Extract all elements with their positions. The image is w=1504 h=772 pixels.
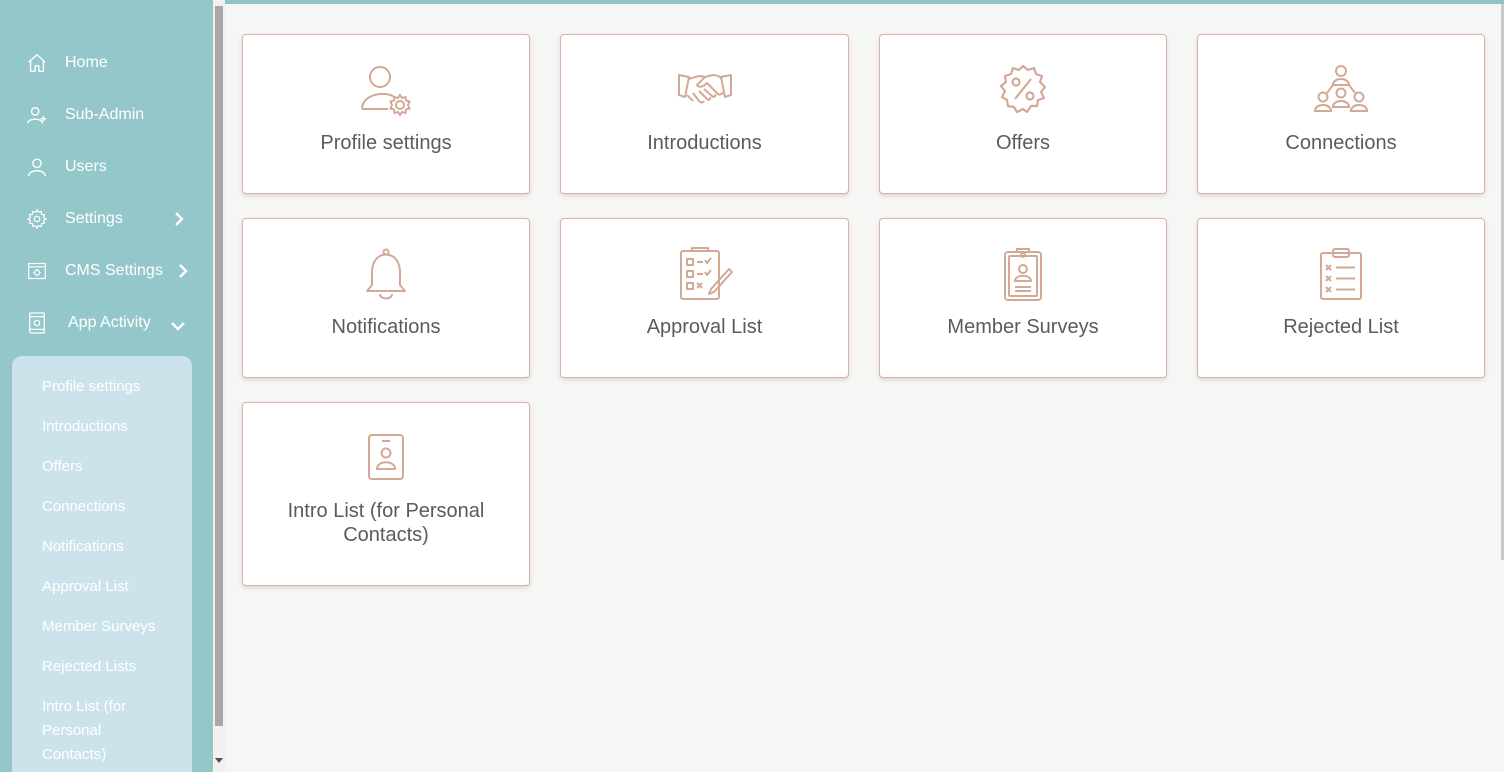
chevron-right-icon (174, 211, 184, 232)
chevron-down-icon (170, 318, 186, 336)
submenu-item-notifications[interactable]: Notifications (42, 535, 182, 559)
sidebar-item-home[interactable]: Home (26, 50, 108, 76)
app-activity-icon (26, 312, 48, 334)
sidebar-item-label: Sub-Admin (65, 106, 145, 123)
submenu-item-connections[interactable]: Connections (42, 495, 182, 519)
card-label: Notifications (331, 316, 441, 338)
sidebar-item-label: Home (65, 54, 108, 71)
submenu-item-approval-list[interactable]: Approval List (42, 575, 182, 599)
user-plus-icon (26, 104, 48, 126)
network-icon (1313, 63, 1369, 119)
card-label: Profile settings (320, 132, 452, 154)
clipboard-x-list-icon (1313, 247, 1369, 303)
user-icon (26, 156, 48, 178)
sidebar-item-app-activity[interactable]: App Activity (26, 310, 185, 336)
sidebar-item-users[interactable]: Users (26, 154, 107, 180)
card-notifications[interactable]: Notifications (242, 218, 530, 378)
chevron-right-icon (178, 263, 188, 284)
user-gear-icon (358, 63, 414, 119)
home-icon (26, 52, 48, 74)
submenu-item-intro-list[interactable]: Intro List (for Personal Contacts) (42, 695, 152, 767)
card-profile-settings[interactable]: Profile settings (242, 34, 530, 194)
card-offers[interactable]: Offers (879, 34, 1167, 194)
card-label: Offers (995, 132, 1051, 154)
bell-icon (358, 247, 414, 303)
card-label: Rejected List (1283, 316, 1399, 338)
card-member-surveys[interactable]: Member Surveys (879, 218, 1167, 378)
card-introductions[interactable]: Introductions (560, 34, 849, 194)
card-label: Introductions (647, 132, 762, 154)
sidebar-scrollbar-thumb[interactable] (215, 6, 223, 726)
card-label: Intro List (for Personal Contacts) (287, 500, 485, 546)
card-label: Member Surveys (947, 316, 1099, 338)
sidebar: Home Sub-Admin Users Settings CMS Settin… (0, 0, 213, 772)
card-approval-list[interactable]: Approval List (560, 218, 849, 378)
card-connections[interactable]: Connections (1197, 34, 1485, 194)
submenu-item-profile-settings[interactable]: Profile settings (42, 375, 182, 399)
sidebar-item-sub-admin[interactable]: Sub-Admin (26, 102, 144, 128)
sidebar-scrollbar[interactable] (213, 0, 225, 772)
submenu-item-introductions[interactable]: Introductions (42, 415, 182, 439)
app-activity-submenu: Profile settings Introductions Offers Co… (12, 356, 192, 772)
checklist-pen-icon (677, 247, 733, 303)
gear-icon (26, 208, 48, 230)
sidebar-item-label: Settings (65, 210, 123, 227)
discount-badge-icon (995, 63, 1051, 119)
sidebar-item-settings[interactable]: Settings (26, 206, 184, 232)
sidebar-item-label: Users (65, 158, 107, 175)
card-intro-list[interactable]: Intro List (for Personal Contacts) (242, 402, 530, 586)
submenu-item-rejected-lists[interactable]: Rejected Lists (42, 655, 182, 679)
card-label: Connections (1285, 132, 1397, 154)
sidebar-item-cms-settings[interactable]: CMS Settings (26, 258, 188, 284)
handshake-icon (677, 63, 733, 119)
sidebar-item-label: App Activity (68, 314, 151, 331)
id-badge-icon (358, 431, 414, 487)
submenu-item-offers[interactable]: Offers (42, 455, 182, 479)
scroll-down-arrow-icon[interactable] (215, 758, 223, 763)
card-label: Approval List (646, 316, 763, 338)
card-rejected-list[interactable]: Rejected List (1197, 218, 1485, 378)
cms-settings-icon (26, 260, 48, 282)
clipboard-person-icon (995, 247, 1051, 303)
sidebar-item-label: CMS Settings (65, 262, 163, 279)
top-accent-bar (0, 0, 1504, 4)
submenu-item-member-surveys[interactable]: Member Surveys (42, 615, 182, 639)
